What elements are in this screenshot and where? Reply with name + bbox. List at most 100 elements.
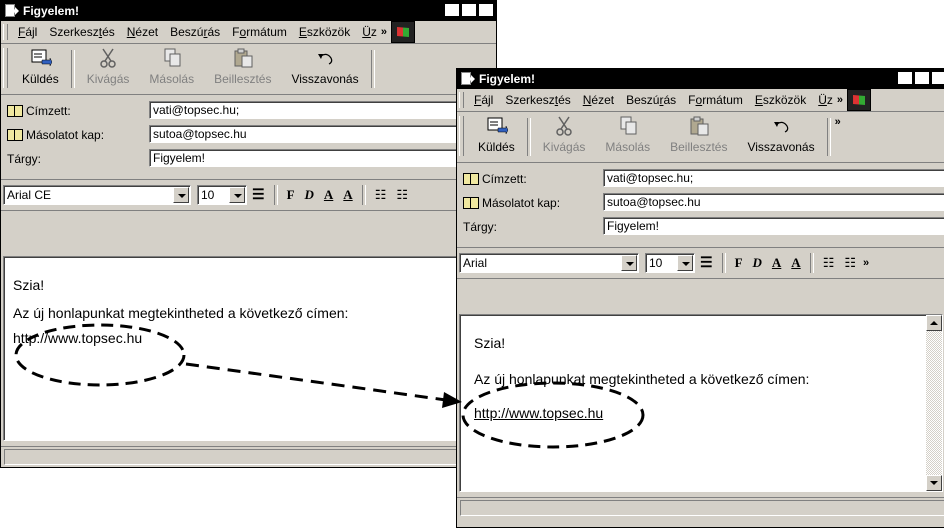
to-label[interactable]: Címzett: — [7, 104, 71, 118]
format-separator — [273, 185, 278, 205]
menu-file[interactable]: Fájl — [468, 93, 499, 107]
undo-button[interactable]: Visszavonás — [737, 112, 824, 154]
copy-label: Másolás — [149, 72, 195, 86]
chevron-down-icon[interactable] — [677, 255, 693, 271]
scroll-down-arrow-icon[interactable] — [926, 475, 942, 491]
menu-tools[interactable]: Eszközök — [749, 93, 812, 107]
cc-label[interactable]: Másolatot kap: — [7, 128, 104, 142]
cut-button[interactable]: Kivágás — [533, 112, 596, 154]
cut-button[interactable]: Kivágás — [77, 44, 140, 86]
minimize-button[interactable]: _ — [897, 71, 913, 85]
menu-grip[interactable] — [459, 92, 464, 108]
font-color-button[interactable]: A — [786, 255, 805, 271]
to-field[interactable]: vati@topsec.hu; — [603, 169, 944, 187]
menu-tools[interactable]: Eszközök — [293, 25, 356, 39]
scroll-up-arrow-icon[interactable] — [926, 315, 942, 331]
minimize-button[interactable]: _ — [444, 3, 460, 17]
menu-format[interactable]: Formátum — [226, 25, 293, 39]
header-fields: Címzett: vati@topsec.hu; Másolatot kap: … — [457, 163, 944, 248]
format-separator — [361, 185, 366, 205]
undo-icon — [769, 116, 793, 136]
numbered-list-icon[interactable]: ☷ — [370, 187, 392, 203]
title-bar[interactable]: Figyelem! _ □ × — [1, 1, 496, 21]
subject-field[interactable]: Figyelem! — [149, 149, 495, 167]
bold-button[interactable]: F — [282, 187, 300, 203]
numbered-list-icon[interactable]: ☷ — [818, 255, 840, 271]
paragraph-style-icon[interactable]: ☰ — [695, 255, 718, 272]
menu-insert[interactable]: Beszúrás — [620, 93, 682, 107]
toolbar-separator — [70, 50, 75, 88]
cc-field[interactable]: sutoa@topsec.hu — [603, 193, 944, 211]
send-button[interactable]: Küldés — [468, 112, 525, 154]
maximize-button[interactable]: □ — [914, 71, 930, 85]
font-size-select[interactable]: 10 — [197, 185, 247, 205]
menu-edit[interactable]: Szerkesztés — [499, 93, 576, 107]
menu-view[interactable]: Nézet — [577, 93, 620, 107]
menu-grip[interactable] — [3, 24, 8, 40]
message-body[interactable]: Szia! Az új honlapunkat megtekintheted a… — [3, 256, 495, 441]
subject-field[interactable]: Figyelem! — [603, 217, 944, 235]
close-button[interactable]: × — [478, 3, 494, 17]
menu-view[interactable]: Nézet — [121, 25, 164, 39]
font-name-select[interactable]: Arial CE — [3, 185, 191, 205]
windows-logo-icon — [847, 89, 872, 111]
bullet-list-icon[interactable]: ☷ — [839, 255, 861, 271]
menu-edit[interactable]: Szerkesztés — [43, 25, 120, 39]
toolbar-separator — [526, 118, 531, 156]
cc-label[interactable]: Másolatot kap: — [463, 196, 560, 210]
paragraph-style-icon[interactable]: ☰ — [247, 187, 270, 204]
body-line: Az új honlapunkat megtekintheted a követ… — [474, 371, 810, 387]
menu-bar: Fájl Szerkesztés Nézet Beszúrás Formátum… — [457, 89, 944, 112]
scissors-icon — [96, 48, 120, 68]
underline-button[interactable]: A — [767, 255, 786, 271]
paste-label: Beillesztés — [670, 140, 728, 154]
bullet-list-icon[interactable]: ☷ — [391, 187, 413, 203]
send-button[interactable]: Küldés — [12, 44, 69, 86]
chevron-down-icon[interactable] — [621, 255, 637, 271]
menu-message[interactable]: Üz — [356, 25, 379, 39]
format-separator — [809, 253, 814, 273]
undo-icon — [313, 48, 337, 68]
italic-button[interactable]: D — [748, 255, 767, 271]
chevron-down-icon[interactable] — [229, 187, 245, 203]
italic-button[interactable]: D — [300, 187, 319, 203]
format-bar: Arial CE 10 ☰ F D A A ☷ ☷ — [1, 180, 496, 211]
font-color-button[interactable]: A — [338, 187, 357, 203]
send-icon — [484, 116, 509, 136]
vertical-scrollbar[interactable] — [926, 315, 942, 491]
to-label[interactable]: Címzett: — [463, 172, 527, 186]
toolbar-overflow-chevron[interactable]: » — [833, 116, 843, 128]
copy-button[interactable]: Másolás — [595, 112, 660, 154]
message-body[interactable]: Szia! Az új honlapunkat megtekintheted a… — [459, 314, 943, 492]
menu-insert[interactable]: Beszúrás — [164, 25, 226, 39]
close-button[interactable]: × — [931, 71, 944, 85]
maximize-button[interactable]: □ — [461, 3, 477, 17]
font-size-select[interactable]: 10 — [645, 253, 695, 273]
paste-button[interactable]: Beillesztés — [660, 112, 737, 154]
menu-overflow-chevron[interactable]: » — [379, 26, 389, 38]
chevron-down-icon[interactable] — [173, 187, 189, 203]
toolbar-grip[interactable] — [3, 48, 8, 88]
to-field[interactable]: vati@topsec.hu; — [149, 101, 495, 119]
underline-button[interactable]: A — [319, 187, 338, 203]
scissors-icon — [552, 116, 576, 136]
copy-icon — [160, 48, 184, 68]
cc-field[interactable]: sutoa@topsec.hu — [149, 125, 495, 143]
toolbar-grip[interactable] — [459, 116, 464, 156]
format-bar: Arial 10 ☰ F D A A ☷ ☷ » — [457, 248, 944, 279]
cut-label: Kivágás — [542, 140, 586, 154]
menu-overflow-chevron[interactable]: » — [835, 94, 845, 106]
font-name-select[interactable]: Arial — [459, 253, 639, 273]
menu-file[interactable]: Fájl — [12, 25, 43, 39]
format-overflow-chevron[interactable]: » — [861, 257, 871, 269]
subject-label: Tárgy: — [463, 220, 498, 234]
copy-button[interactable]: Másolás — [139, 44, 204, 86]
menu-message[interactable]: Üz — [812, 93, 835, 107]
bold-button[interactable]: F — [730, 255, 748, 271]
send-label: Küldés — [478, 140, 515, 154]
message-icon — [5, 4, 19, 18]
undo-button[interactable]: Visszavonás — [281, 44, 368, 86]
menu-format[interactable]: Formátum — [682, 93, 749, 107]
paste-button[interactable]: Beillesztés — [204, 44, 281, 86]
title-bar[interactable]: Figyelem! _ □ × — [457, 69, 944, 89]
